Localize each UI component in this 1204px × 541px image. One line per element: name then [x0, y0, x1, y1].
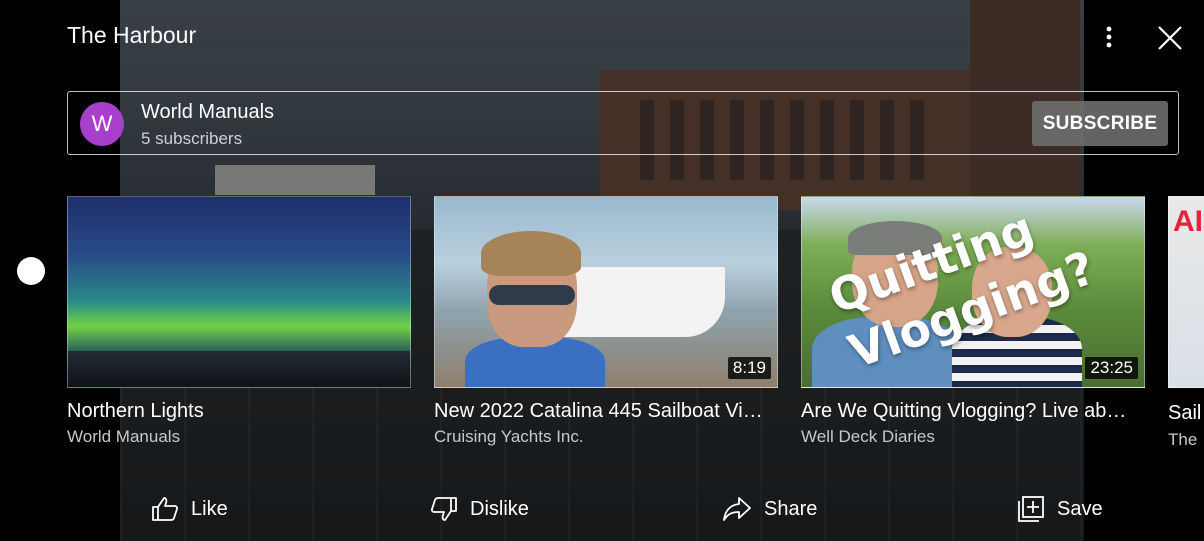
video-thumbnail-partial[interactable]: AI — [1168, 196, 1204, 388]
video-thumbnail[interactable]: Quitting Vlogging? 23:25 — [801, 196, 1145, 388]
video-card[interactable]: Quitting Vlogging? 23:25 Are We Quitting… — [801, 196, 1145, 447]
video-card[interactable]: 8:19 New 2022 Catalina 445 Sailboat Vi… … — [434, 196, 778, 447]
channel-card[interactable]: W World Manuals 5 subscribers SUBSCRIBE — [67, 91, 1179, 155]
share-icon — [723, 497, 751, 521]
more-vert-icon — [1106, 26, 1112, 48]
thumbnail-text: AI — [1173, 205, 1203, 238]
video-card-title-partial[interactable]: Sail — [1168, 402, 1201, 425]
video-card-channel-partial: The — [1168, 430, 1198, 449]
close-button[interactable] — [1154, 22, 1186, 54]
share-label: Share — [764, 497, 818, 520]
presenter-image — [465, 231, 605, 387]
close-icon — [1158, 26, 1182, 50]
duration-badge: 0:19 — [360, 357, 404, 379]
avatar[interactable]: W — [80, 102, 124, 146]
share-button[interactable]: Share — [722, 492, 817, 526]
like-label: Like — [191, 497, 228, 520]
subscriber-count: 5 subscribers — [141, 129, 243, 148]
dislike-label: Dislike — [470, 497, 529, 520]
dislike-button[interactable]: Dislike — [430, 492, 529, 526]
thumb-down-icon — [430, 497, 457, 521]
video-card-channel: Well Deck Diaries — [801, 427, 935, 446]
playlist-add-icon — [1018, 496, 1044, 522]
video-card-title[interactable]: New 2022 Catalina 445 Sailboat Vi… — [434, 400, 778, 423]
video-card-title[interactable]: Are We Quitting Vlogging? Live ab… — [801, 400, 1145, 423]
save-label: Save — [1057, 497, 1103, 520]
subscribe-button[interactable]: SUBSCRIBE — [1032, 101, 1168, 146]
video-title: The Harbour — [67, 22, 197, 48]
save-button[interactable]: Save — [1017, 492, 1103, 526]
camera-cutout — [17, 257, 45, 285]
more-options-button[interactable] — [1094, 22, 1124, 52]
duration-badge: 8:19 — [727, 357, 771, 379]
like-button[interactable]: Like — [151, 492, 228, 526]
thumb-up-icon — [152, 497, 179, 521]
video-thumbnail[interactable]: 8:19 — [434, 196, 778, 388]
channel-name[interactable]: World Manuals — [141, 101, 274, 124]
video-thumbnail[interactable]: 0:19 — [67, 196, 411, 388]
phone-screen: The Harbour W World Manuals 5 subscriber… — [0, 0, 1204, 541]
video-card[interactable]: 0:19 Northern Lights World Manuals — [67, 196, 411, 447]
duration-badge: 23:25 — [1085, 357, 1138, 379]
video-card-channel: World Manuals — [67, 427, 181, 446]
video-card-channel: Cruising Yachts Inc. — [434, 427, 584, 446]
video-card-title[interactable]: Northern Lights — [67, 400, 411, 423]
